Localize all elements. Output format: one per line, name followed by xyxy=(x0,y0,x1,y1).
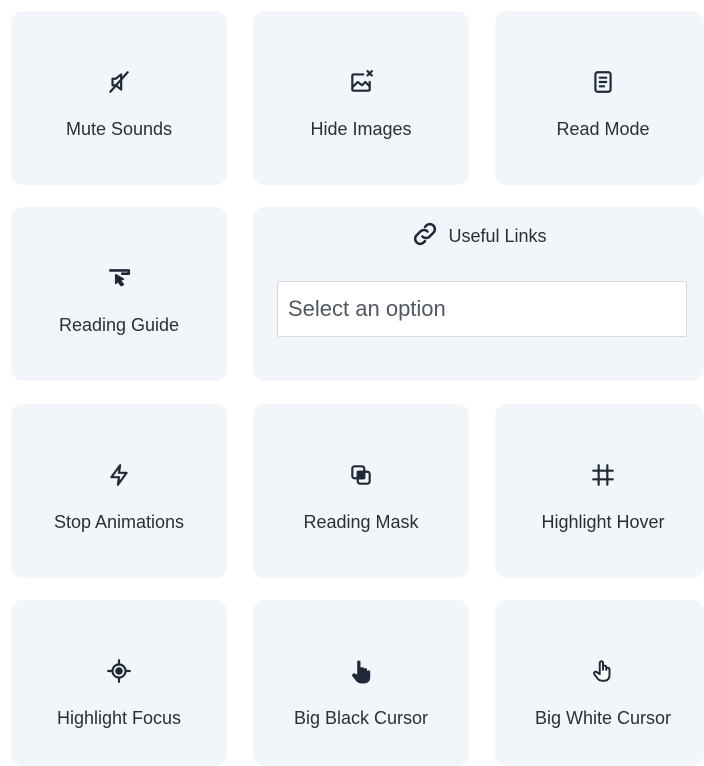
reading-mask-label: Reading Mask xyxy=(303,512,419,532)
useful-links-header: Useful Links xyxy=(253,221,704,251)
black-hand-cursor-icon xyxy=(253,656,469,686)
mask-layers-icon xyxy=(253,460,469,490)
useful-links-card: Useful Links Select an option xyxy=(253,207,704,381)
mute-sounds-label: Mute Sounds xyxy=(65,119,173,139)
big-white-cursor-label: Big White Cursor xyxy=(534,708,672,728)
reading-guide-button[interactable]: Reading Guide xyxy=(11,207,227,381)
hide-images-label: Hide Images xyxy=(310,119,412,139)
big-white-cursor-button[interactable]: Big White Cursor xyxy=(495,600,704,766)
crosshair-icon xyxy=(11,656,227,686)
hide-image-icon xyxy=(253,67,469,97)
useful-links-label: Useful Links xyxy=(448,225,547,246)
useful-links-select[interactable]: Select an option xyxy=(277,281,687,337)
highlight-focus-button[interactable]: Highlight Focus xyxy=(11,600,227,766)
highlight-hover-button[interactable]: Highlight Hover xyxy=(495,404,704,578)
hide-images-button[interactable]: Hide Images xyxy=(253,11,469,185)
read-mode-button[interactable]: Read Mode xyxy=(495,11,704,185)
link-icon xyxy=(410,219,440,254)
reading-guide-icon xyxy=(11,263,227,293)
big-black-cursor-label: Big Black Cursor xyxy=(293,708,429,728)
stop-animations-button[interactable]: Stop Animations xyxy=(11,404,227,578)
big-black-cursor-button[interactable]: Big Black Cursor xyxy=(253,600,469,766)
document-icon xyxy=(495,67,704,97)
mute-sounds-button[interactable]: Mute Sounds xyxy=(11,11,227,185)
stop-animations-label: Stop Animations xyxy=(53,512,185,532)
white-hand-cursor-icon xyxy=(495,656,704,686)
mute-sound-icon xyxy=(11,67,227,97)
read-mode-label: Read Mode xyxy=(556,119,650,139)
highlight-focus-label: Highlight Focus xyxy=(56,708,182,728)
hashtag-icon xyxy=(495,460,704,490)
reading-mask-button[interactable]: Reading Mask xyxy=(253,404,469,578)
reading-guide-label: Reading Guide xyxy=(58,315,180,335)
highlight-hover-label: Highlight Hover xyxy=(541,512,665,532)
lightning-bolt-icon xyxy=(11,460,227,490)
